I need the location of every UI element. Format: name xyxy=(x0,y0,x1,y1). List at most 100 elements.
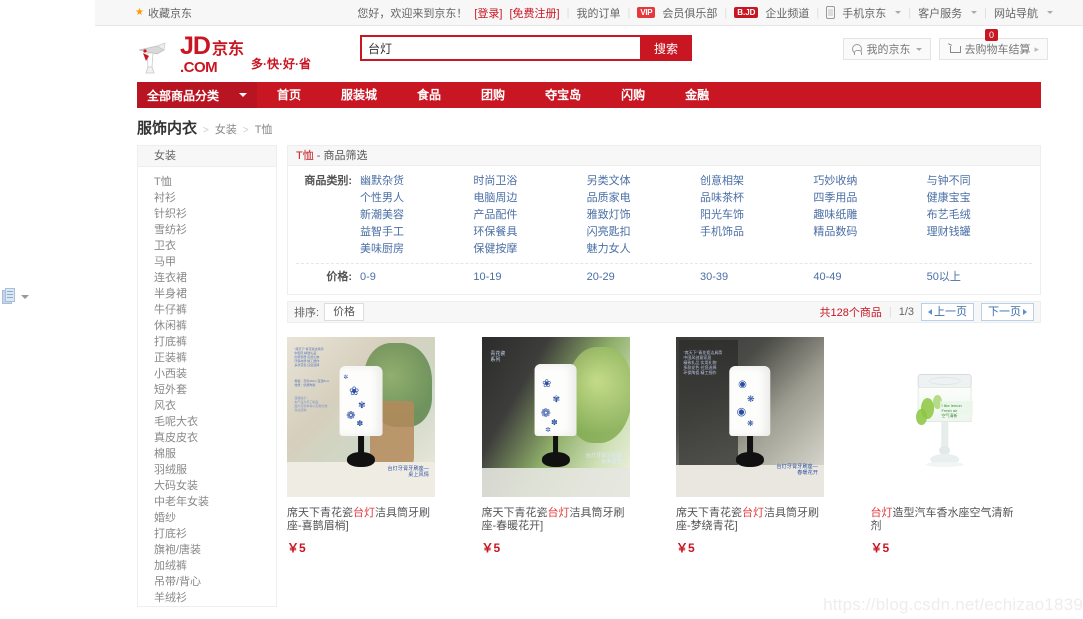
vip-club-link[interactable]: 会员俱乐部 xyxy=(662,5,717,21)
category-filter-option[interactable]: 另类文体 xyxy=(587,173,700,190)
chevron-down-icon[interactable] xyxy=(971,11,978,14)
price-filter-option[interactable]: 40-49 xyxy=(813,269,926,285)
product-image[interactable]: "席天下"青花瓷洁具筒 中国风 精致礼品 创意家居 实用礼物 环保材质 精工细作 多款花… xyxy=(287,337,435,497)
my-jd-button[interactable]: 我的京东 xyxy=(843,38,932,60)
category-filter-option[interactable]: 创意相架 xyxy=(700,173,813,190)
category-filter-option[interactable]: 雅致灯饰 xyxy=(587,207,700,224)
chevron-down-icon[interactable] xyxy=(895,11,902,14)
nav-item-fashion[interactable]: 服装城 xyxy=(321,82,397,108)
category-filter-option[interactable]: 趣味纸雕 xyxy=(813,207,926,224)
category-filter-option[interactable]: 电脑周边 xyxy=(473,190,586,207)
product-card[interactable]: 青花瓷 系列 ❀ ✾ ❁ ✽ ✲ 台灯牙膏牙刷座 玩美置物 席天下青花瓷台灯洁具… xyxy=(481,337,653,556)
category-filter-option[interactable]: 幽默杂货 xyxy=(360,173,473,190)
category-filter-option[interactable]: 与钟不同 xyxy=(927,173,1040,190)
prev-page-button[interactable]: 上一页 xyxy=(921,303,974,321)
category-filter-option[interactable]: 四季用品 xyxy=(813,190,926,207)
category-filter-option[interactable]: 保健按摩 xyxy=(473,241,586,258)
sidebar-item[interactable]: 真皮皮衣 xyxy=(138,430,276,446)
next-page-button[interactable]: 下一页 xyxy=(981,303,1034,321)
sidebar-item[interactable]: 中老年女装 xyxy=(138,494,276,510)
product-card[interactable]: "席天下"青花瓷洁具筒 中国风创意家居 精致礼品 实用礼物 多款花色 任您选择 环保陶瓷… xyxy=(676,337,847,556)
jd-logo[interactable]: JD 京东 .COM 多·快·好·省 xyxy=(137,34,311,75)
category-filter-option[interactable]: 环保餐具 xyxy=(473,224,586,241)
nav-item-groupbuy[interactable]: 团购 xyxy=(461,82,525,108)
category-filter-option[interactable]: 品味茶杯 xyxy=(700,190,813,207)
sidebar-item[interactable]: 连衣裙 xyxy=(138,270,276,286)
sidebar-item[interactable]: 正装裤 xyxy=(138,350,276,366)
mobile-jd-link[interactable]: 手机京东 xyxy=(842,5,886,21)
breadcrumb-level3[interactable]: T恤 xyxy=(255,121,273,137)
product-card[interactable]: "席天下"青花瓷洁具筒 中国风 精致礼品 创意家居 实用礼物 环保材质 精工细作 多款花… xyxy=(287,337,458,556)
category-filter-option[interactable]: 理财钱罐 xyxy=(927,224,1040,241)
price-filter-option[interactable]: 20-29 xyxy=(587,269,700,285)
nav-item-treasure[interactable]: 夺宝岛 xyxy=(525,82,601,108)
sidebar-item[interactable]: 婚纱 xyxy=(138,510,276,526)
product-card[interactable]: I like lemon Fresh air 空气清新 台灯造型汽车香水座空气清新剂… xyxy=(870,337,1042,556)
sidebar-item[interactable]: 羊绒衫 xyxy=(138,590,276,606)
document-icon[interactable] xyxy=(2,288,16,305)
price-filter-option[interactable]: 30-39 xyxy=(700,269,813,285)
product-image[interactable]: I like lemon Fresh air 空气清新 xyxy=(870,337,1019,497)
sidebar-item[interactable]: 针织衫 xyxy=(138,206,276,222)
sidebar-item[interactable]: 衬衫 xyxy=(138,190,276,206)
product-image[interactable]: 青花瓷 系列 ❀ ✾ ❁ ✽ ✲ 台灯牙膏牙刷座 玩美置物 xyxy=(481,337,630,497)
site-nav-link[interactable]: 网站导航 xyxy=(994,5,1038,21)
category-filter-option[interactable]: 品质家电 xyxy=(587,190,700,207)
product-title[interactable]: 席天下青花瓷台灯洁具筒牙刷座-梦绕青花] xyxy=(676,507,826,533)
sidebar-item[interactable]: 打底衫 xyxy=(138,526,276,542)
sidebar-item[interactable]: 旗袍/唐装 xyxy=(138,542,276,558)
nav-item-home[interactable]: 首页 xyxy=(257,82,321,108)
category-filter-option[interactable]: 益智手工 xyxy=(360,224,473,241)
login-link[interactable]: [登录] xyxy=(474,5,502,21)
sidebar-item[interactable]: 风衣 xyxy=(138,398,276,414)
gutter-document-control[interactable] xyxy=(2,288,29,305)
my-orders-link[interactable]: 我的订单 xyxy=(576,5,620,21)
customer-service-link[interactable]: 客户服务 xyxy=(918,5,962,21)
category-filter-option[interactable]: 健康宝宝 xyxy=(927,190,1040,207)
sidebar-item[interactable]: T恤 xyxy=(138,174,276,190)
sidebar-item[interactable]: 打底裤 xyxy=(138,334,276,350)
category-filter-option[interactable]: 时尚卫浴 xyxy=(473,173,586,190)
sidebar-item[interactable]: 毛呢大衣 xyxy=(138,414,276,430)
chevron-down-icon[interactable] xyxy=(1047,11,1053,14)
search-button[interactable]: 搜索 xyxy=(640,35,692,61)
category-filter-option[interactable]: 巧妙收纳 xyxy=(813,173,926,190)
price-filter-option[interactable]: 50以上 xyxy=(927,269,1040,285)
category-filter-option[interactable]: 闪亮匙扣 xyxy=(587,224,700,241)
price-filter-option[interactable]: 0-9 xyxy=(360,269,473,285)
search-input[interactable] xyxy=(360,35,640,61)
sidebar-item[interactable]: 大码女装 xyxy=(138,478,276,494)
sort-by-price-button[interactable]: 价格 xyxy=(324,303,365,321)
category-filter-option[interactable]: 个性男人 xyxy=(360,190,473,207)
sidebar-item[interactable]: 棉服 xyxy=(138,446,276,462)
product-image[interactable]: "席天下"青花瓷洁具筒 中国风创意家居 精致礼品 实用礼物 多款花色 任您选择 环保陶瓷… xyxy=(676,337,824,497)
register-link[interactable]: [免费注册] xyxy=(509,5,559,21)
breadcrumb-root[interactable]: 服饰内衣 xyxy=(137,117,197,138)
sidebar-item[interactable]: 小西装 xyxy=(138,366,276,382)
sidebar-item[interactable]: 半身裙 xyxy=(138,286,276,302)
category-filter-option[interactable]: 手机饰品 xyxy=(700,224,813,241)
category-filter-option[interactable]: 精品数码 xyxy=(813,224,926,241)
price-filter-option[interactable]: 10-19 xyxy=(473,269,586,285)
sidebar-item[interactable]: 马甲 xyxy=(138,254,276,270)
sidebar-item[interactable]: 羽绒服 xyxy=(138,462,276,478)
breadcrumb-level2[interactable]: 女装 xyxy=(215,121,237,137)
sidebar-item[interactable]: 休闲裤 xyxy=(138,318,276,334)
nav-item-flashsale[interactable]: 闪购 xyxy=(601,82,665,108)
all-categories-button[interactable]: 全部商品分类 xyxy=(137,82,257,108)
sidebar-item[interactable]: 加绒裤 xyxy=(138,558,276,574)
sidebar-item[interactable]: 卫衣 xyxy=(138,238,276,254)
chevron-down-icon[interactable] xyxy=(916,47,923,51)
category-filter-option[interactable]: 产品配件 xyxy=(473,207,586,224)
category-filter-option[interactable]: 美味厨房 xyxy=(360,241,473,258)
enterprise-channel-link[interactable]: 企业频道 xyxy=(765,5,809,21)
product-title[interactable]: 台灯造型汽车香水座空气清新剂 xyxy=(871,507,1021,533)
category-filter-option[interactable]: 魅力女人 xyxy=(587,241,700,258)
product-title[interactable]: 席天下青花瓷台灯洁具筒牙刷座-喜鹊眉梢] xyxy=(287,507,437,533)
chevron-down-icon[interactable] xyxy=(21,294,29,299)
category-filter-option[interactable]: 布艺毛绒 xyxy=(927,207,1040,224)
nav-item-finance[interactable]: 金融 xyxy=(665,82,729,108)
sidebar-item[interactable]: 短外套 xyxy=(138,382,276,398)
cart-button[interactable]: 去购物车结算 ▸ xyxy=(939,38,1048,60)
sidebar-item[interactable]: 牛仔裤 xyxy=(138,302,276,318)
